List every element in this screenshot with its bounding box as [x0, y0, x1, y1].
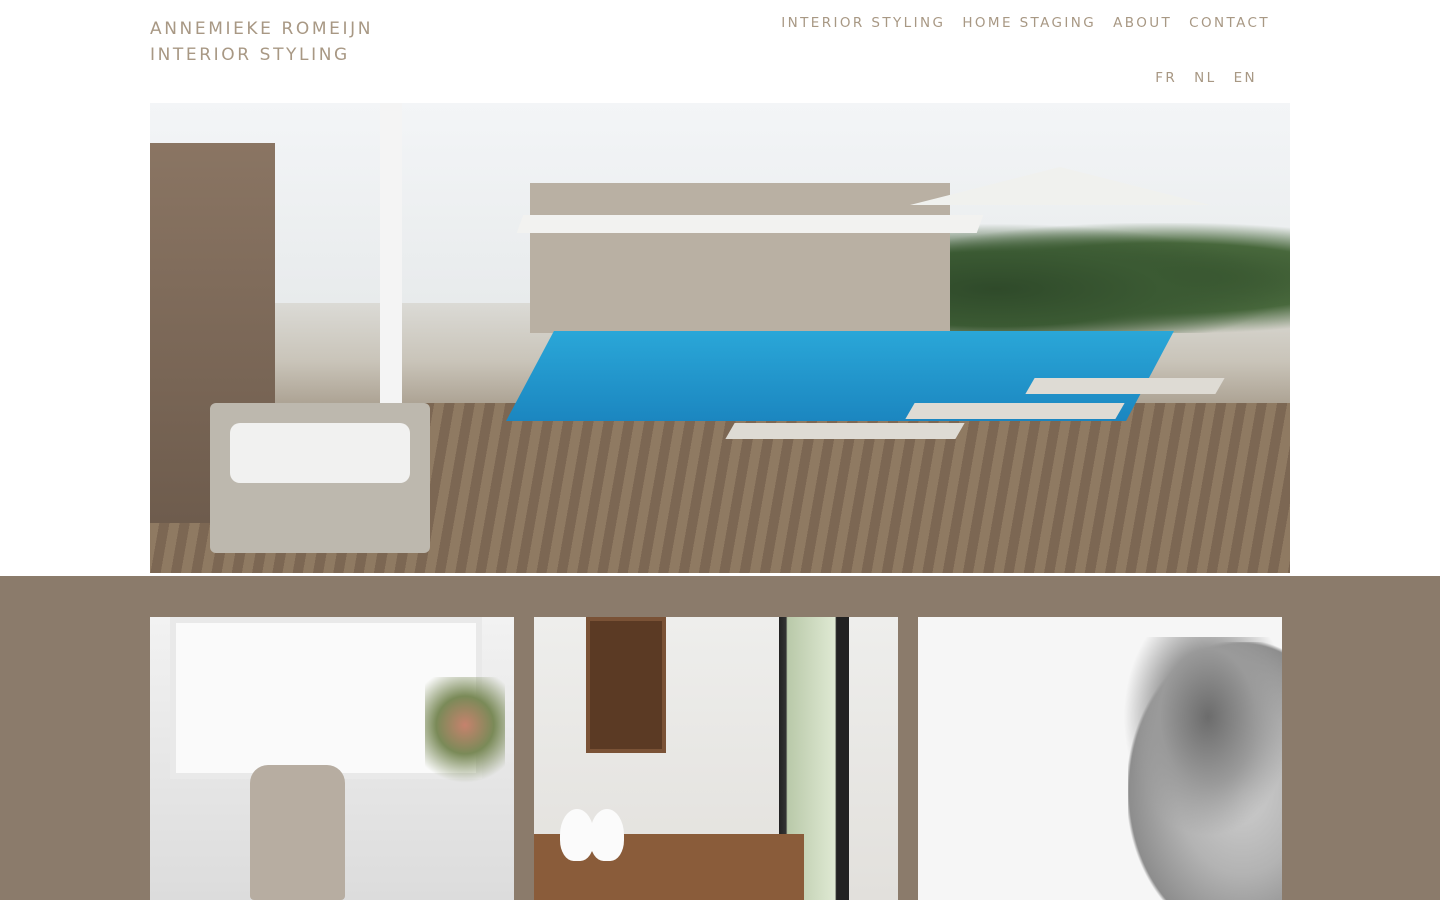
brand-logo[interactable]: ANNEMIEKE ROMEIJN INTERIOR STYLING: [150, 16, 373, 68]
hero-lounger: [905, 403, 1125, 419]
portfolio-tile-interior[interactable]: [150, 617, 514, 900]
hero-cushion: [230, 423, 410, 483]
tile-wall-art: [586, 617, 666, 753]
portfolio-tile-dining[interactable]: [534, 617, 898, 900]
tile-chair: [250, 765, 345, 900]
brand-line-1[interactable]: ANNEMIEKE ROMEIJN: [150, 16, 373, 42]
language-switcher: FR NL EN: [1155, 70, 1257, 86]
lang-fr[interactable]: FR: [1155, 70, 1177, 86]
hero-pool-house-roof: [516, 215, 984, 233]
hero-lounger: [725, 423, 965, 439]
nav-about[interactable]: ABOUT: [1113, 15, 1172, 31]
nav-interior-styling[interactable]: INTERIOR STYLING: [781, 15, 945, 31]
hero-pool-house: [530, 183, 950, 333]
hero-image: [150, 103, 1290, 573]
lang-nl[interactable]: NL: [1194, 70, 1216, 86]
tile-vase: [560, 809, 594, 861]
tile-portrait-hair: [1123, 637, 1282, 837]
tile-vase: [590, 809, 624, 861]
lang-en[interactable]: EN: [1234, 70, 1257, 86]
nav-home-staging[interactable]: HOME STAGING: [962, 15, 1096, 31]
hero-pillar: [380, 103, 402, 433]
portfolio-tile-portrait[interactable]: [918, 617, 1282, 900]
nav-contact[interactable]: CONTACT: [1189, 15, 1270, 31]
hero-lounger: [1025, 378, 1225, 394]
brand-line-2[interactable]: INTERIOR STYLING: [150, 42, 373, 68]
main-nav: INTERIOR STYLING HOME STAGING ABOUT CONT…: [781, 15, 1270, 31]
tile-flowers: [425, 677, 505, 797]
